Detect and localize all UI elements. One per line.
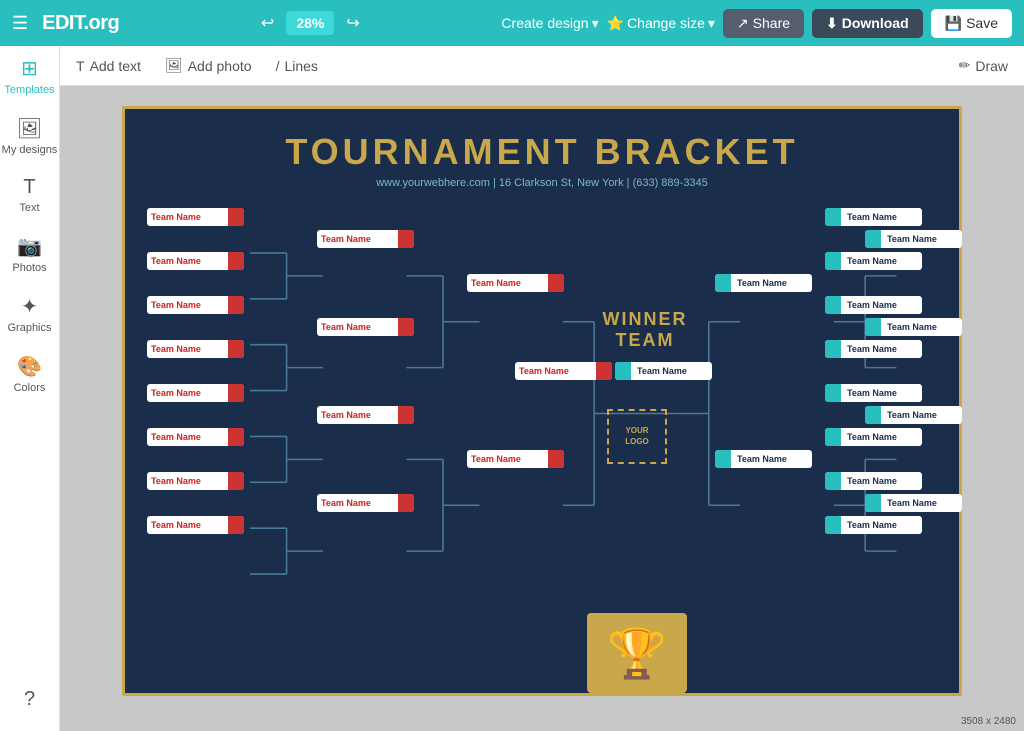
team-box-R3-2[interactable]: Team Name — [715, 450, 812, 468]
team-box-L3-1[interactable]: Team Name — [467, 274, 564, 292]
redo-button[interactable]: ↪ — [342, 9, 363, 37]
lines-button[interactable]: / Lines — [276, 58, 318, 74]
sidebar-item-my-designs[interactable]: 🖼 My designs — [0, 106, 59, 166]
team-box-L1-8[interactable]: Team Name — [147, 516, 244, 534]
sidebar-bottom: ? — [24, 678, 35, 731]
team-box-L1-6[interactable]: Team Name — [147, 428, 244, 446]
change-size-button[interactable]: ⭐ Change size ▾ — [607, 15, 715, 32]
sidebar-item-photos[interactable]: 📷 Photos — [0, 224, 59, 284]
sidebar-item-help[interactable]: ? — [24, 678, 35, 721]
logo: EDIT.org — [42, 12, 119, 35]
team-box-R1-5[interactable]: Team Name — [825, 384, 922, 402]
add-text-button[interactable]: T Add text — [76, 58, 141, 74]
winner-label: WINNER TEAM — [595, 309, 695, 351]
team-box-R1-4[interactable]: Team Name — [825, 340, 922, 358]
draw-icon: ✏ — [959, 57, 971, 74]
topbar-right: Create design ▾ ⭐ Change size ▾ ↗ Share … — [501, 9, 1012, 38]
team-box-R2-3[interactable]: Team Name — [865, 406, 962, 424]
sidebar-item-colors[interactable]: 🎨 Colors — [0, 344, 59, 404]
text-sidebar-icon: T — [23, 176, 35, 199]
sidebar-item-templates[interactable]: ⊞ Templates — [0, 46, 59, 106]
team-box-R1-3[interactable]: Team Name — [825, 296, 922, 314]
canvas-subtitle: www.yourwebhere.com | 16 Clarkson St, Ne… — [125, 177, 959, 189]
team-box-R2-2[interactable]: Team Name — [865, 318, 962, 336]
sidebar-item-graphics[interactable]: ✦ Graphics — [0, 284, 59, 344]
team-box-L1-1[interactable]: Team Name — [147, 208, 244, 226]
help-icon: ? — [24, 688, 35, 711]
team-box-R1-7[interactable]: Team Name — [825, 472, 922, 490]
text-icon: T — [76, 58, 85, 74]
design-canvas[interactable]: TOURNAMENT BRACKET www.yourwebhere.com |… — [122, 106, 962, 696]
my-designs-icon: 🖼 — [17, 116, 42, 141]
team-box-final-L[interactable]: Team Name — [515, 362, 612, 380]
team-box-L2-3[interactable]: Team Name — [317, 406, 414, 424]
team-box-L2-4[interactable]: Team Name — [317, 494, 414, 512]
team-box-R3-1[interactable]: Team Name — [715, 274, 812, 292]
save-button[interactable]: 💾 Save — [931, 9, 1012, 38]
trophy-box: 🏆 — [587, 613, 687, 693]
team-box-R1-6[interactable]: Team Name — [825, 428, 922, 446]
download-button[interactable]: ⬇ Download — [812, 9, 923, 38]
topbar: ☰ EDIT.org ↩ 28% ↪ Create design ▾ ⭐ Cha… — [0, 0, 1024, 46]
undo-button[interactable]: ↩ — [257, 9, 278, 37]
zoom-button[interactable]: 28% — [286, 11, 334, 35]
canvas-area: TOURNAMENT BRACKET www.yourwebhere.com |… — [60, 86, 1024, 731]
team-box-L3-2[interactable]: Team Name — [467, 450, 564, 468]
logo-placeholder[interactable]: YOURLOGO — [607, 409, 667, 464]
team-box-L2-2[interactable]: Team Name — [317, 318, 414, 336]
canvas-title: TOURNAMENT BRACKET — [125, 109, 959, 173]
team-box-L1-4[interactable]: Team Name — [147, 340, 244, 358]
photos-icon: 📷 — [17, 234, 42, 259]
team-box-L2-1[interactable]: Team Name — [317, 230, 414, 248]
add-photo-button[interactable]: 🖼 Add photo — [165, 57, 252, 74]
colors-icon: 🎨 — [17, 354, 42, 379]
team-box-R1-8[interactable]: Team Name — [825, 516, 922, 534]
team-box-R1-1[interactable]: Team Name — [825, 208, 922, 226]
team-box-R2-1[interactable]: Team Name — [865, 230, 962, 248]
lines-icon: / — [276, 58, 280, 74]
draw-button[interactable]: ✏ Draw — [959, 57, 1008, 74]
graphics-icon: ✦ — [21, 294, 38, 319]
create-design-button[interactable]: Create design ▾ — [501, 15, 598, 32]
team-box-R1-2[interactable]: Team Name — [825, 252, 922, 270]
dimension-label: 3508 x 2480 — [961, 716, 1016, 727]
templates-icon: ⊞ — [21, 56, 38, 81]
team-box-final-R[interactable]: Team Name — [615, 362, 712, 380]
team-box-R2-4[interactable]: Team Name — [865, 494, 962, 512]
sidebar: ⊞ Templates 🖼 My designs T Text 📷 Photos… — [0, 46, 60, 731]
trophy-icon: 🏆 — [607, 625, 667, 682]
share-button[interactable]: ↗ Share — [723, 9, 804, 38]
team-box-L1-5[interactable]: Team Name — [147, 384, 244, 402]
photo-icon: 🖼 — [165, 57, 183, 74]
secondary-toolbar: T Add text 🖼 Add photo / Lines ✏ Draw — [60, 46, 1024, 86]
menu-icon[interactable]: ☰ — [12, 13, 28, 34]
team-box-L1-7[interactable]: Team Name — [147, 472, 244, 490]
sidebar-item-text[interactable]: T Text — [0, 166, 59, 224]
team-box-L1-2[interactable]: Team Name — [147, 252, 244, 270]
team-box-L1-3[interactable]: Team Name — [147, 296, 244, 314]
topbar-center: ↩ 28% ↪ — [257, 9, 364, 37]
